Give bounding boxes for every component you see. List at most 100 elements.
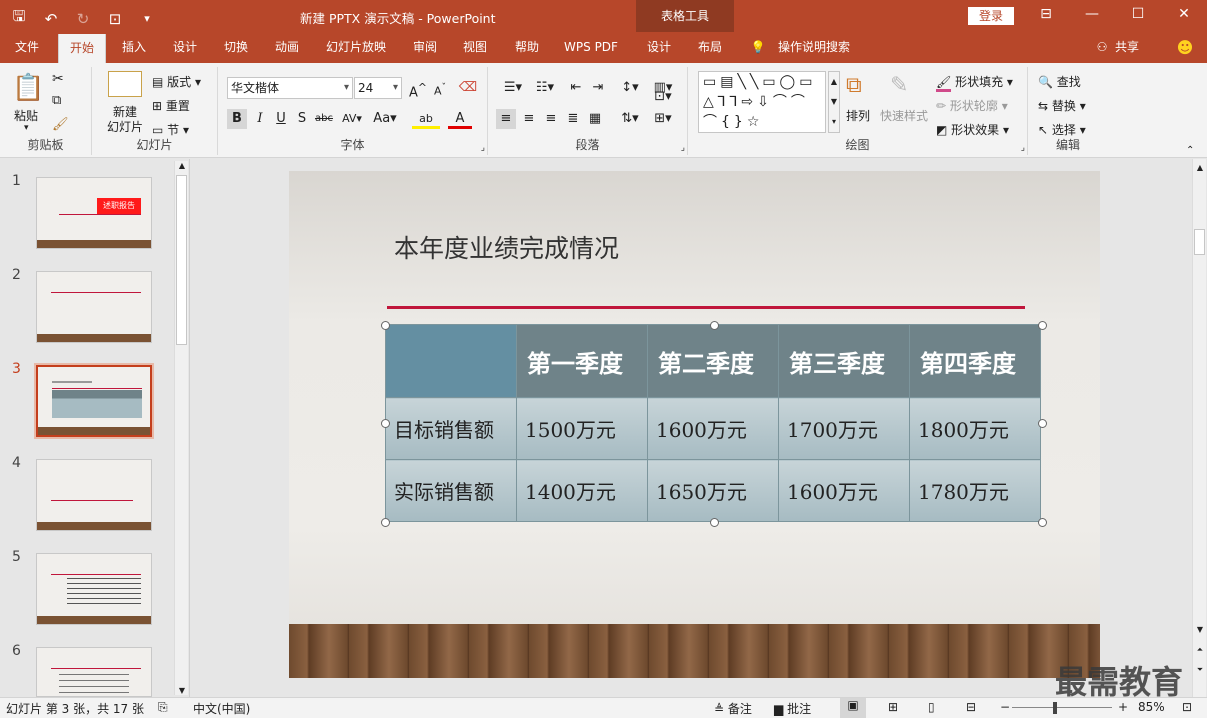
bullets-icon[interactable]: ☰▾: [498, 78, 528, 98]
replace-button[interactable]: ⇆ 替换 ▾: [1038, 97, 1086, 114]
tab-view[interactable]: 视图: [454, 32, 496, 63]
close-icon[interactable]: ✕: [1174, 6, 1194, 22]
prev-slide-icon[interactable]: ⏶: [1193, 645, 1207, 655]
slide-sorter-icon[interactable]: ⊞: [888, 700, 898, 714]
smartart-icon[interactable]: ⊞▾: [650, 109, 676, 129]
shapes-gallery-scroll[interactable]: ▲ ▼ ▾: [828, 71, 840, 133]
text-shadow-icon[interactable]: S: [292, 109, 312, 129]
comments-button[interactable]: ▆ 批注: [774, 700, 811, 717]
table-cell[interactable]: 实际销售额: [385, 459, 517, 522]
clear-formatting-icon[interactable]: ⌫: [458, 78, 478, 98]
table-cell[interactable]: 1500万元: [516, 397, 648, 460]
slide-title[interactable]: 本年度业绩完成情况: [394, 229, 619, 265]
table-header-cell[interactable]: 第二季度: [647, 324, 779, 398]
format-painter-icon[interactable]: 🖌: [52, 117, 69, 132]
text-direction-icon[interactable]: ⇅▾: [616, 109, 644, 129]
minimize-icon[interactable]: —: [1082, 6, 1102, 22]
smiley-feedback-icon[interactable]: ☻: [1174, 32, 1196, 63]
paste-button[interactable]: 粘贴: [14, 107, 38, 124]
char-spacing-icon[interactable]: AV▾: [338, 109, 366, 129]
increase-indent-icon[interactable]: ⇥: [588, 78, 608, 98]
reading-view-icon[interactable]: ▯: [928, 700, 935, 714]
tab-design[interactable]: 设计: [164, 32, 206, 63]
table-cell[interactable]: 1650万元: [647, 459, 779, 522]
decrease-indent-icon[interactable]: ⇤: [566, 78, 586, 98]
italic-icon[interactable]: I: [250, 109, 270, 129]
arrange-icon[interactable]: ⧉: [846, 73, 862, 98]
slide-thumbnail-6[interactable]: [36, 647, 152, 697]
reset-button[interactable]: ⊞ 重置: [152, 97, 190, 114]
highlight-icon[interactable]: ab: [412, 109, 440, 129]
new-slide-button[interactable]: 新建 幻灯片: [100, 105, 150, 135]
customize-qat-icon[interactable]: ▾: [136, 12, 158, 25]
find-button[interactable]: 🔍 查找: [1038, 73, 1081, 90]
font-name-combo[interactable]: 华文楷体: [227, 77, 353, 99]
align-center-icon[interactable]: ≡: [519, 109, 539, 129]
login-button[interactable]: 登录: [968, 7, 1014, 25]
table-cell[interactable]: 1600万元: [778, 459, 910, 522]
main-scroll-thumb[interactable]: [1194, 229, 1205, 255]
table-header-cell[interactable]: [385, 324, 517, 398]
table-header-cell[interactable]: 第三季度: [778, 324, 910, 398]
fit-to-window-icon[interactable]: ⊡: [1182, 700, 1192, 714]
drawing-dialog-launcher-icon[interactable]: ⌟: [1021, 143, 1025, 153]
increase-font-icon[interactable]: A^: [408, 78, 428, 100]
start-presentation-icon[interactable]: ⊡: [104, 10, 126, 28]
ribbon-display-icon[interactable]: ⊟: [1036, 6, 1056, 22]
cut-icon[interactable]: ✂: [52, 71, 64, 87]
resize-handle[interactable]: [710, 518, 719, 527]
table-header-cell[interactable]: 第一季度: [516, 324, 648, 398]
redo-icon[interactable]: ↻: [72, 10, 94, 28]
distributed-icon[interactable]: ▦: [585, 109, 605, 129]
tab-animations[interactable]: 动画: [266, 32, 308, 63]
bold-icon[interactable]: B: [227, 109, 247, 129]
shape-outline-button[interactable]: ✏ 形状轮廓 ▾: [936, 97, 1008, 114]
slide-thumbnail-3-selected[interactable]: [34, 363, 154, 439]
font-color-icon[interactable]: A: [448, 109, 472, 129]
quick-styles-icon[interactable]: ✎: [890, 73, 908, 98]
table-cell[interactable]: 1780万元: [909, 459, 1041, 522]
slide-thumbnail-1[interactable]: 述职报告: [36, 177, 152, 249]
resize-handle[interactable]: [381, 419, 390, 428]
table-cell[interactable]: 目标销售额: [385, 397, 517, 460]
justify-icon[interactable]: ≣: [563, 109, 583, 129]
paste-dropdown-icon[interactable]: ▾: [24, 123, 29, 133]
scroll-up-icon[interactable]: ▲: [175, 161, 189, 170]
shapes-gallery[interactable]: ▭▤╲╲▭◯▭△⅂⅂⇨⇩⌒⌒⌒{}☆: [698, 71, 826, 133]
paste-icon[interactable]: 📋: [12, 73, 44, 103]
new-slide-icon[interactable]: [108, 71, 142, 97]
maximize-icon[interactable]: ☐: [1128, 6, 1148, 22]
thumbnail-scroll-thumb[interactable]: [176, 175, 187, 345]
scroll-up-icon[interactable]: ▲: [1193, 163, 1207, 172]
tab-home[interactable]: 开始: [58, 34, 106, 63]
align-right-icon[interactable]: ≡: [541, 109, 561, 129]
underline-icon[interactable]: U: [271, 109, 291, 129]
tab-table-design[interactable]: 设计: [638, 32, 680, 63]
quick-styles-button[interactable]: 快速样式: [880, 107, 928, 124]
tab-wps-pdf[interactable]: WPS PDF: [556, 32, 626, 63]
undo-icon[interactable]: ↶: [40, 10, 62, 28]
table-header-cell[interactable]: 第四季度: [909, 324, 1041, 398]
tell-me-search[interactable]: 操作说明搜索: [774, 32, 854, 63]
resize-handle[interactable]: [1038, 321, 1047, 330]
zoom-slider[interactable]: [1012, 707, 1112, 708]
resize-handle[interactable]: [710, 321, 719, 330]
zoom-level[interactable]: 85%: [1138, 700, 1165, 714]
spellcheck-icon[interactable]: ⎘: [158, 700, 168, 715]
numbering-icon[interactable]: ☷▾: [530, 78, 560, 98]
zoom-slider-thumb[interactable]: [1053, 702, 1057, 714]
zoom-in-icon[interactable]: +: [1118, 700, 1128, 714]
table-cell[interactable]: 1800万元: [909, 397, 1041, 460]
copy-icon[interactable]: ⧉: [52, 93, 61, 108]
current-slide[interactable]: 本年度业绩完成情况 第一季度 第二季度 第三季度 第四季度 目标销售额 1500…: [289, 171, 1100, 678]
scroll-down-icon[interactable]: ▼: [175, 686, 189, 695]
line-spacing-icon[interactable]: ↕▾: [616, 78, 644, 98]
tab-slideshow[interactable]: 幻灯片放映: [318, 32, 394, 63]
font-dialog-launcher-icon[interactable]: ⌟: [481, 143, 485, 153]
main-scrollbar[interactable]: ▲ ▼ ⏶ ⏷: [1192, 159, 1206, 697]
slide-thumbnail-2[interactable]: [36, 271, 152, 343]
table-cell[interactable]: 1600万元: [647, 397, 779, 460]
slideshow-view-icon[interactable]: ⊟: [966, 700, 976, 714]
align-left-icon[interactable]: ≡: [496, 109, 516, 129]
save-icon[interactable]: 🖫: [8, 6, 30, 31]
